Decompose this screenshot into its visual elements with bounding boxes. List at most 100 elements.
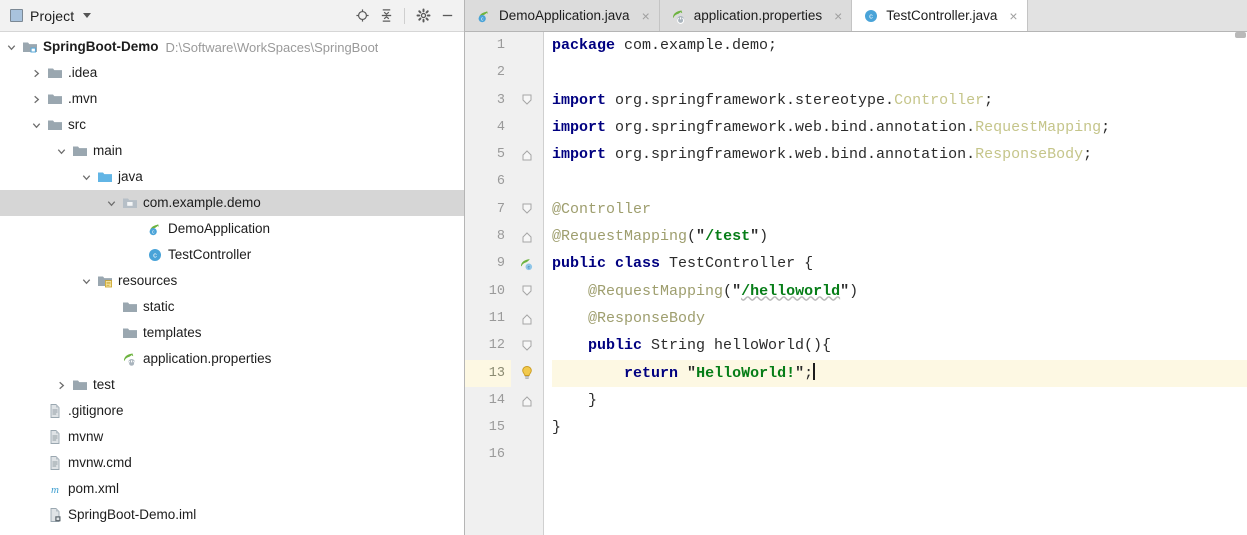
tree-row-test[interactable]: test — [0, 372, 464, 398]
scrollbar-thumb[interactable] — [1235, 32, 1246, 38]
tree-row-java[interactable]: java — [0, 164, 464, 190]
token-semicolon: ; — [1101, 118, 1111, 136]
gutter-empty — [511, 59, 543, 86]
spring-boot-class-icon: c — [476, 8, 492, 24]
code-line-1: package com.example.demo; — [552, 32, 1247, 59]
chevron-right-icon[interactable] — [31, 68, 42, 79]
token-semicolon: ; — [804, 364, 814, 382]
token-brace: } — [552, 391, 598, 409]
editor-gutter[interactable]: 1 2 3 4 5 6 7 8 9 10 11 12 13 14 15 16 c — [465, 32, 544, 535]
fold-start-icon[interactable] — [511, 87, 543, 114]
chevron-down-icon[interactable] — [106, 198, 117, 209]
folder-icon — [47, 65, 63, 81]
minimize-icon[interactable] — [436, 5, 458, 27]
tree-row-pom-xml[interactable]: m pom.xml — [0, 476, 464, 502]
locate-icon[interactable] — [351, 5, 373, 27]
tree-row-main[interactable]: main — [0, 138, 464, 164]
code-line-5: import org.springframework.web.bind.anno… — [552, 141, 1247, 168]
tree-row-label: templates — [143, 325, 202, 341]
token-annotation: @ResponseBody — [588, 309, 706, 327]
folder-icon — [47, 117, 63, 133]
gutter-empty — [511, 32, 543, 59]
line-number-column: 1 2 3 4 5 6 7 8 9 10 11 12 13 14 15 16 — [465, 32, 511, 469]
tree-row-label: application.properties — [143, 351, 272, 367]
intention-bulb-icon[interactable] — [511, 360, 543, 387]
editor-tab-testcontroller-java[interactable]: c TestController.java × — [852, 0, 1028, 31]
project-tool-window: Project SpringBoot-Demo D:\Software\Work… — [0, 0, 465, 535]
tree-row--gitignore[interactable]: .gitignore — [0, 398, 464, 424]
editor-tab-bar[interactable]: c DemoApplication.java × application.proper… — [465, 0, 1247, 32]
tree-row-static[interactable]: static — [0, 294, 464, 320]
fold-end-icon[interactable] — [511, 305, 543, 332]
tree-row-springboot-demo[interactable]: SpringBoot-Demo D:\Software\WorkSpaces\Sp… — [0, 34, 464, 60]
tree-row--idea[interactable]: .idea — [0, 60, 464, 86]
token-quote: " — [687, 364, 697, 382]
java-class-icon: c — [147, 247, 163, 263]
tree-row-application-properties[interactable]: application.properties — [0, 346, 464, 372]
token-class-name: TestController { — [660, 255, 814, 273]
editor-scrollbar[interactable] — [1234, 32, 1247, 535]
chevron-down-icon[interactable] — [81, 276, 92, 287]
token-semicolon: ; — [984, 91, 994, 109]
tree-row-mvnw[interactable]: mvnw — [0, 424, 464, 450]
spring-boot-class-icon: c — [147, 221, 163, 237]
fold-end-icon[interactable] — [511, 387, 543, 414]
svg-text:m: m — [51, 484, 59, 496]
fold-end-icon[interactable] — [511, 223, 543, 250]
code-line-12: public String helloWorld(){ — [552, 332, 1247, 359]
tree-row--mvn[interactable]: .mvn — [0, 86, 464, 112]
token-keyword: return — [624, 364, 679, 382]
token-paren-close: ) — [849, 282, 859, 300]
tree-row-label: mvnw.cmd — [68, 455, 132, 471]
chevron-right-icon[interactable] — [56, 380, 67, 391]
token-import-path: org.springframework.stereotype. — [606, 91, 895, 109]
tree-row-label: TestController — [168, 247, 252, 263]
tree-row-resources[interactable]: resources — [0, 268, 464, 294]
code-line-13: return "HelloWorld!"; — [552, 359, 1247, 387]
folder-icon — [72, 143, 88, 159]
chevron-down-icon[interactable] — [83, 13, 92, 18]
chevron-down-icon[interactable] — [31, 120, 42, 131]
editor-tab-application-properties[interactable]: application.properties × — [659, 0, 853, 31]
project-tree[interactable]: SpringBoot-Demo D:\Software\WorkSpaces\Sp… — [0, 32, 464, 535]
collapse-all-icon[interactable] — [375, 5, 397, 27]
code-line-14: } — [552, 387, 1247, 414]
tree-row-src[interactable]: src — [0, 112, 464, 138]
close-icon[interactable]: × — [642, 9, 650, 23]
gear-icon[interactable] — [412, 5, 434, 27]
tree-row-testcontroller[interactable]: c TestController — [0, 242, 464, 268]
fold-start-icon[interactable] — [511, 196, 543, 223]
close-icon[interactable]: × — [834, 9, 842, 23]
line-number: 15 — [488, 420, 505, 436]
maven-icon: m — [47, 481, 63, 497]
tree-row-com-example-demo[interactable]: com.example.demo — [0, 190, 464, 216]
gutter-icon-column[interactable]: c — [511, 32, 543, 469]
tree-row-mvnw-cmd[interactable]: mvnw.cmd — [0, 450, 464, 476]
close-icon[interactable]: × — [1009, 9, 1017, 23]
chevron-right-icon[interactable] — [31, 94, 42, 105]
project-path-label: D:\Software\WorkSpaces\SpringBoot — [165, 39, 379, 55]
fold-start-icon[interactable] — [511, 332, 543, 359]
spring-bean-icon[interactable]: c — [511, 250, 543, 277]
chevron-down-icon[interactable] — [6, 42, 17, 53]
chevron-down-icon[interactable] — [56, 146, 67, 157]
fold-end-icon[interactable] — [511, 141, 543, 168]
chevron-down-icon[interactable] — [81, 172, 92, 183]
token-paren-close: ) — [759, 228, 769, 246]
tree-row-label: pom.xml — [68, 481, 120, 497]
project-title-group[interactable]: Project — [10, 8, 92, 24]
tree-row-demoapplication[interactable]: c DemoApplication — [0, 216, 464, 242]
editor-body[interactable]: 1 2 3 4 5 6 7 8 9 10 11 12 13 14 15 16 c package com.ex… — [465, 32, 1247, 535]
tree-row-springboot-demo-iml[interactable]: SpringBoot-Demo.iml — [0, 502, 464, 528]
source-folder-icon — [97, 169, 113, 185]
code-line-8: @RequestMapping("/test") — [552, 223, 1247, 250]
code-line-9: public class TestController { — [552, 250, 1247, 277]
editor-tab-demoapplication-java[interactable]: c DemoApplication.java × — [465, 0, 660, 31]
token-string: /test — [705, 228, 751, 246]
tree-row-templates[interactable]: templates — [0, 320, 464, 346]
code-content[interactable]: package com.example.demo; import org.spr… — [544, 32, 1247, 535]
token-quote: " — [696, 228, 706, 246]
fold-start-icon[interactable] — [511, 278, 543, 305]
tree-row-label: com.example.demo — [143, 195, 261, 211]
